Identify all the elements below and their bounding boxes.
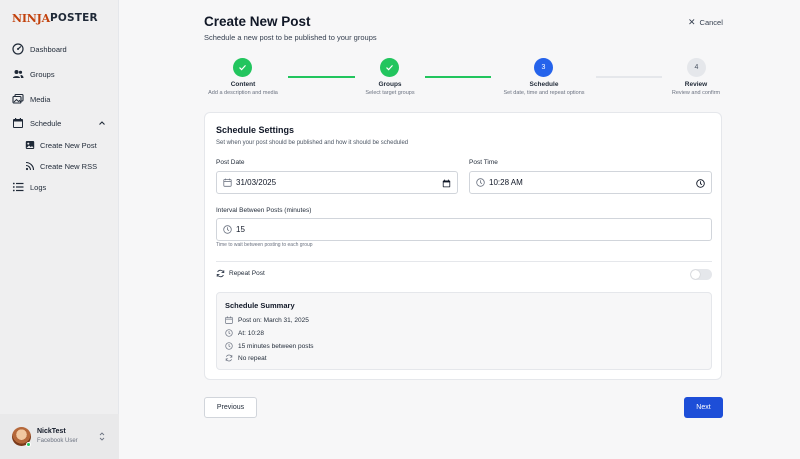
clock-icon bbox=[225, 329, 233, 337]
previous-button[interactable]: Previous bbox=[204, 397, 257, 418]
sidebar-item-label: Create New RSS bbox=[40, 161, 98, 171]
sidebar-item-label: Schedule bbox=[30, 118, 62, 128]
clock-icon bbox=[225, 342, 233, 350]
sidebar-item-label: Create New Post bbox=[40, 140, 97, 150]
brand-logo[interactable]: NINJA POSTER bbox=[12, 10, 98, 26]
step-connector-1 bbox=[288, 76, 355, 78]
check-icon bbox=[385, 63, 394, 72]
sidebar-item-label: Groups bbox=[30, 69, 55, 79]
summary-post-on-text: Post on: March 31, 2025 bbox=[238, 316, 309, 324]
close-icon: ✕ bbox=[688, 17, 696, 27]
page-subtitle: Schedule a new post to be published to y… bbox=[204, 33, 377, 42]
summary-title: Schedule Summary bbox=[225, 301, 295, 310]
brand-name-part1: NINJA bbox=[12, 11, 50, 25]
repeat-post-toggle[interactable] bbox=[690, 269, 712, 280]
users-icon bbox=[12, 68, 24, 80]
card-title: Schedule Settings bbox=[216, 125, 295, 135]
step-1-desc: Add a description and media bbox=[208, 90, 278, 96]
calendar-picker-icon[interactable] bbox=[442, 179, 451, 188]
calendar-icon bbox=[223, 178, 232, 187]
repeat-icon bbox=[225, 354, 233, 362]
step-3-desc: Set date, time and repeat options bbox=[503, 90, 585, 96]
step-3-circle[interactable]: 3 bbox=[534, 58, 553, 77]
repeat-post-label: Repeat Post bbox=[229, 270, 265, 277]
summary-interval: 15 minutes between posts bbox=[225, 342, 314, 350]
page-title: Create New Post bbox=[204, 14, 311, 29]
step-4-desc: Review and confirm bbox=[671, 90, 721, 96]
interval-value: 15 bbox=[236, 225, 245, 234]
summary-post-on: Post on: March 31, 2025 bbox=[225, 316, 309, 324]
cancel-button[interactable]: ✕ Cancel bbox=[688, 17, 723, 28]
cancel-label: Cancel bbox=[699, 18, 723, 27]
sidebar-item-label: Dashboard bbox=[30, 44, 67, 54]
toggle-knob bbox=[691, 270, 700, 279]
step-2-label: Groups bbox=[378, 81, 402, 88]
divider bbox=[216, 261, 712, 262]
time-picker-icon[interactable] bbox=[696, 179, 705, 188]
step-1-label: Content bbox=[230, 81, 256, 88]
image-icon bbox=[25, 140, 35, 150]
interval-label: Interval Between Posts (minutes) bbox=[216, 207, 312, 214]
step-connector-2 bbox=[425, 76, 491, 78]
schedule-summary: Schedule Summary Post on: March 31, 2025… bbox=[216, 292, 712, 370]
rss-icon bbox=[25, 161, 35, 171]
main-content: Create New Post Schedule a new post to b… bbox=[120, 0, 800, 459]
post-date-value: 31/03/2025 bbox=[236, 178, 277, 187]
summary-at: At: 10:28 bbox=[225, 329, 264, 337]
step-3-label: Schedule bbox=[529, 81, 559, 88]
step-4-circle[interactable]: 4 bbox=[687, 58, 706, 77]
sidebar-item-label: Media bbox=[30, 94, 51, 104]
post-time-value: 10:28 AM bbox=[489, 178, 523, 187]
online-status-dot bbox=[26, 442, 31, 447]
post-date-label: Post Date bbox=[216, 159, 245, 166]
step-4-number: 4 bbox=[694, 64, 699, 71]
user-profile[interactable]: NickTest Facebook User bbox=[0, 414, 119, 459]
post-time-field[interactable]: 10:28 AM bbox=[469, 171, 712, 194]
step-1-circle[interactable] bbox=[233, 58, 252, 77]
post-time-label: Post Time bbox=[469, 159, 498, 166]
step-2-desc: Select target groups bbox=[365, 90, 415, 96]
sidebar-item-schedule[interactable]: Schedule bbox=[12, 113, 61, 133]
step-4-label: Review bbox=[684, 81, 708, 88]
user-role: Facebook User bbox=[37, 438, 78, 444]
card-subtitle: Set when your post should be published a… bbox=[216, 140, 409, 146]
images-icon bbox=[12, 93, 24, 105]
sidebar-item-create-new-post[interactable]: Create New Post bbox=[25, 135, 97, 155]
user-name: NickTest bbox=[37, 428, 66, 435]
repeat-icon bbox=[216, 269, 225, 278]
interval-input[interactable]: 15 bbox=[216, 218, 712, 241]
repeat-post-row: Repeat Post bbox=[216, 269, 265, 278]
chevron-up-icon[interactable] bbox=[97, 118, 107, 128]
brand-name-part2: POSTER bbox=[50, 12, 98, 24]
summary-repeat-text: No repeat bbox=[238, 354, 267, 362]
step-connector-3 bbox=[596, 76, 662, 78]
post-date-field[interactable]: 31/03/2025 bbox=[216, 171, 458, 194]
sidebar-item-label: Logs bbox=[30, 182, 47, 192]
calendar-icon bbox=[225, 316, 233, 324]
sidebar: NINJA POSTER Dashboard Groups Media Sche… bbox=[0, 0, 119, 459]
check-icon bbox=[238, 63, 247, 72]
gauge-icon bbox=[12, 43, 24, 55]
clock-icon bbox=[223, 225, 232, 234]
clock-icon bbox=[476, 178, 485, 187]
summary-repeat: No repeat bbox=[225, 354, 267, 362]
interval-help-text: Time to wait between posting to each gro… bbox=[216, 242, 313, 248]
sidebar-item-logs[interactable]: Logs bbox=[12, 177, 46, 197]
list-icon bbox=[12, 181, 24, 193]
chevron-updown-icon[interactable] bbox=[99, 432, 105, 441]
sidebar-item-create-new-rss[interactable]: Create New RSS bbox=[25, 156, 97, 176]
step-3-number: 3 bbox=[541, 64, 546, 71]
sidebar-item-media[interactable]: Media bbox=[12, 89, 50, 109]
schedule-settings-card: Schedule Settings Set when your post sho… bbox=[204, 112, 722, 380]
summary-interval-text: 15 minutes between posts bbox=[238, 342, 314, 350]
step-2-circle[interactable] bbox=[380, 58, 399, 77]
summary-at-text: At: 10:28 bbox=[238, 329, 265, 337]
calendar-icon bbox=[12, 117, 24, 129]
sidebar-item-dashboard[interactable]: Dashboard bbox=[12, 39, 67, 59]
sidebar-item-groups[interactable]: Groups bbox=[12, 64, 55, 84]
next-button[interactable]: Next bbox=[684, 397, 723, 418]
